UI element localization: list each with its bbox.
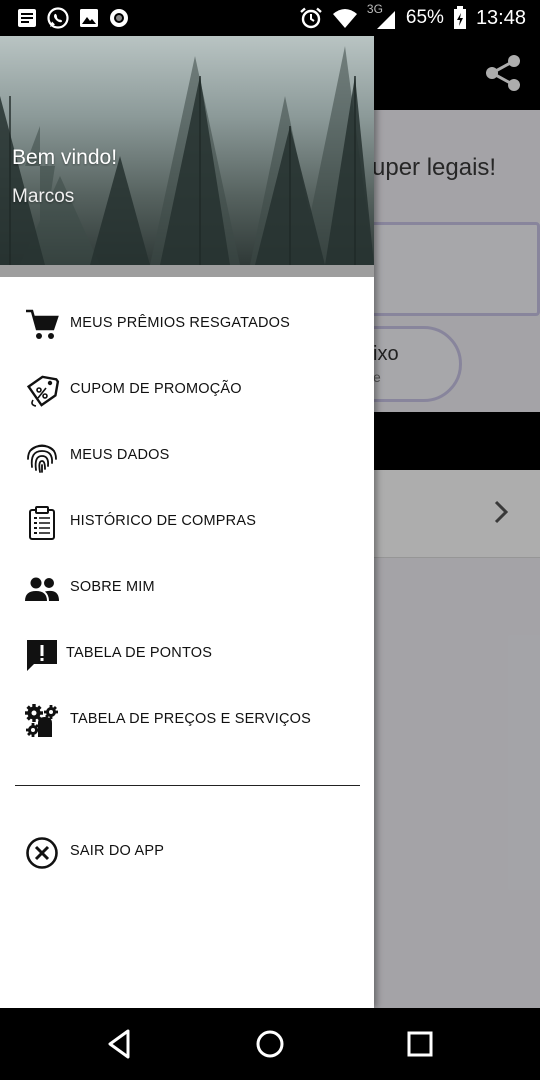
menu-item-premios[interactable]: MEUS PRÊMIOS RESGATADOS bbox=[0, 291, 374, 357]
image-icon bbox=[80, 9, 98, 27]
record-icon bbox=[110, 9, 128, 27]
system-nav-bar bbox=[0, 1008, 540, 1080]
menu-label: CUPOM DE PROMOÇÃO bbox=[70, 381, 242, 397]
alarm-icon bbox=[300, 7, 322, 29]
header-strip bbox=[0, 265, 374, 277]
message-icon bbox=[18, 9, 36, 27]
whatsapp-icon bbox=[47, 7, 69, 29]
menu-label: HISTÓRICO DE COMPRAS bbox=[70, 513, 257, 529]
menu-label: SOBRE MIM bbox=[70, 579, 155, 595]
menu-label: TABELA DE PONTOS bbox=[66, 645, 213, 661]
username: Marcos bbox=[12, 186, 75, 207]
status-bar: 3G 65% 13:48 bbox=[0, 0, 540, 36]
menu-label: TABELA DE PREÇOS E SERVIÇOS bbox=[70, 711, 311, 727]
menu-item-sobre[interactable]: SOBRE MIM bbox=[0, 555, 374, 621]
back-icon[interactable] bbox=[102, 1026, 138, 1062]
fingerprint-icon bbox=[27, 444, 57, 473]
menu-item-cupom[interactable]: CUPOM DE PROMOÇÃO bbox=[0, 357, 374, 423]
menu-label: MEUS DADOS bbox=[70, 447, 170, 463]
welcome-text: Bem vindo! bbox=[12, 146, 118, 169]
battery-icon bbox=[453, 6, 466, 29]
clock: 13:48 bbox=[475, 6, 526, 29]
close-circle-icon bbox=[26, 837, 58, 869]
battery-percent: 65% bbox=[405, 7, 444, 28]
menu-item-historico[interactable]: HISTÓRICO DE COMPRAS bbox=[0, 489, 374, 555]
recents-icon[interactable] bbox=[402, 1026, 438, 1062]
signal-indicator: 3G bbox=[367, 2, 397, 30]
alert-message-icon bbox=[27, 640, 57, 671]
drawer-header: Bem vindo! Marcos bbox=[0, 36, 374, 265]
cart-icon bbox=[26, 309, 59, 339]
people-icon bbox=[25, 577, 59, 601]
menu-item-pontos[interactable]: TABELA DE PONTOS bbox=[0, 621, 374, 687]
menu-label: SAIR DO APP bbox=[70, 843, 165, 859]
menu-item-precos[interactable]: TABELA DE PREÇOS E SERVIÇOS bbox=[0, 687, 374, 753]
menu-item-logout[interactable]: SAIR DO APP bbox=[0, 819, 374, 885]
coupon-tag-icon bbox=[26, 375, 60, 407]
menu-label: MEUS PRÊMIOS RESGATADOS bbox=[70, 315, 290, 331]
navigation-drawer: Bem vindo! Marcos MEUS PRÊMIOS RESGATADO… bbox=[0, 36, 374, 1008]
gears-person-icon bbox=[25, 704, 58, 737]
wifi-icon bbox=[332, 9, 357, 28]
menu-item-dados[interactable]: MEUS DADOS bbox=[0, 423, 374, 489]
clipboard-list-icon bbox=[29, 506, 55, 540]
home-icon[interactable] bbox=[252, 1026, 288, 1062]
signal-icon bbox=[376, 11, 395, 29]
menu-divider bbox=[15, 785, 360, 786]
